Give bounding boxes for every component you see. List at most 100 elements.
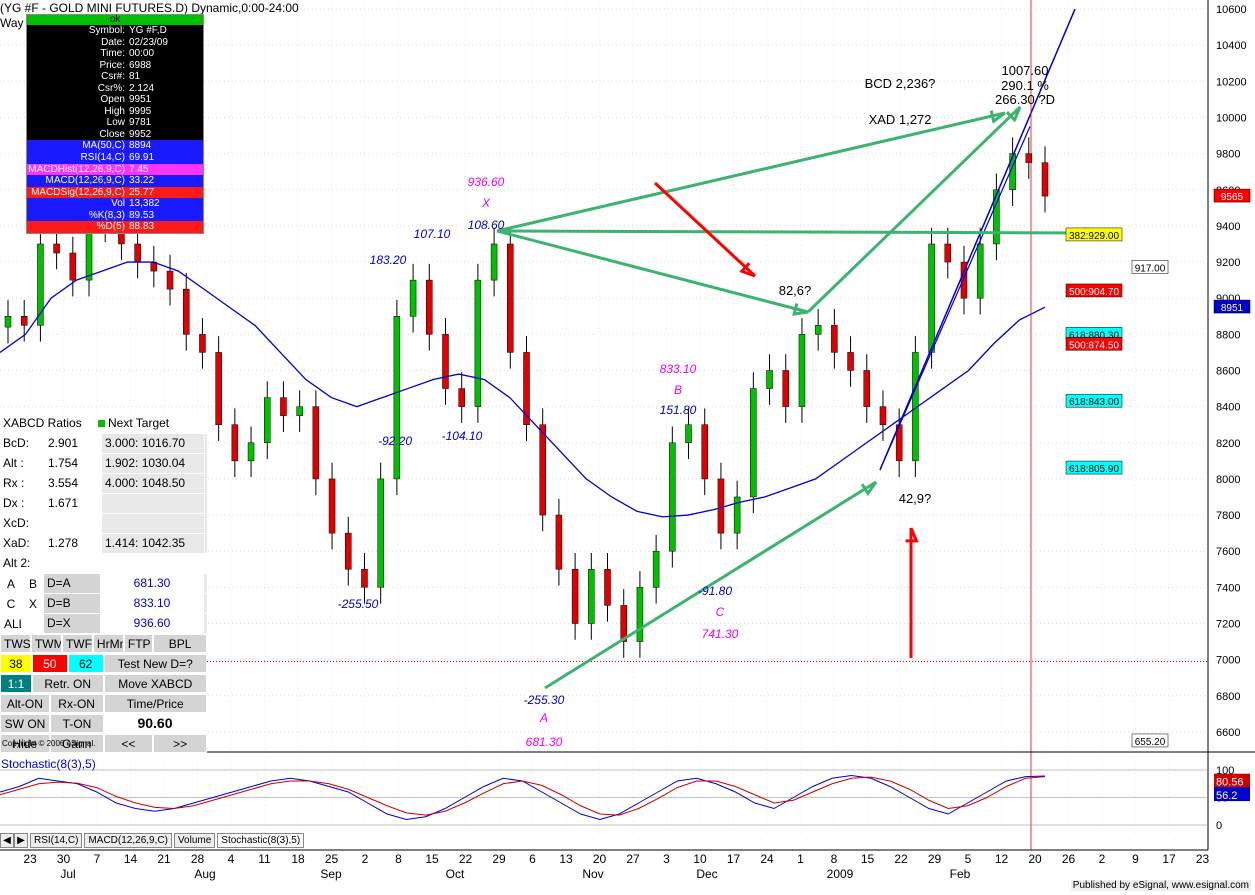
- data-window-row: Close 9952: [27, 128, 203, 141]
- pattern-annotation: 107.10: [414, 227, 451, 241]
- data-window-key: MACDHist(12,26,9,C): [28, 163, 125, 175]
- data-window-row: High 9995: [27, 105, 203, 118]
- tab-scroll-left[interactable]: ◀: [0, 833, 14, 848]
- time-price-button[interactable]: Time/Price: [103, 694, 207, 713]
- value-50[interactable]: 50: [31, 654, 68, 673]
- ratio-target: 3.000: 1016.70: [102, 434, 205, 453]
- pattern-annotation: C: [716, 605, 725, 619]
- price-marker-label: 618:805.90: [1069, 464, 1119, 475]
- alt-value: 833.10: [101, 594, 204, 613]
- price-marker-label: 618:843.00: [1069, 397, 1119, 408]
- candle-body: [264, 397, 271, 444]
- y-tick-label: 7800: [1216, 510, 1240, 522]
- ratio-value: 1.671: [45, 494, 102, 513]
- tab-volume[interactable]: Volume: [173, 833, 216, 848]
- y-tick-label: 8400: [1216, 402, 1240, 414]
- tab-macd[interactable]: MACD(12,26,9,C): [84, 833, 172, 848]
- candle-body: [53, 243, 60, 254]
- pattern-annotation: -104.10: [442, 429, 483, 443]
- tab-stochastic[interactable]: Stochastic(8(3),5): [217, 833, 305, 848]
- value-62[interactable]: 62: [67, 654, 104, 673]
- move-xabcd-button[interactable]: Move XABCD: [103, 674, 208, 693]
- tool-button-hrmn[interactable]: HrMn: [92, 634, 124, 653]
- candle-body: [847, 352, 854, 371]
- tool-button-ftp[interactable]: FTP: [123, 634, 154, 653]
- x-tick-label: 7: [94, 852, 101, 866]
- data-window-row: Price: 6988: [27, 59, 203, 72]
- pattern-annotation: B: [674, 383, 682, 397]
- data-window-row: Csr%: 2.124: [27, 82, 203, 95]
- x-tick-label: 20: [1028, 852, 1042, 866]
- ratio-row: Rx :3.554 4.000: 1048.50: [0, 474, 207, 494]
- candle-body: [280, 397, 287, 416]
- data-window-value: 81: [129, 71, 141, 83]
- tool-button-twm[interactable]: TWM: [30, 634, 62, 653]
- data-window-row: Time: 00:00: [27, 48, 203, 60]
- price-marker-label: 9565: [1221, 192, 1244, 203]
- x-tick-label: 30: [57, 852, 71, 866]
- alt-b[interactable]: X: [22, 594, 44, 613]
- price-marker-label: 917.00: [1135, 263, 1166, 274]
- prev-button[interactable]: <<: [103, 734, 154, 753]
- pattern-annotation: 290.1 %: [1001, 78, 1049, 93]
- candle-body: [944, 243, 952, 263]
- candle-body: [199, 334, 206, 353]
- stoch-k-value: 56.2: [1216, 790, 1237, 802]
- y-tick-label: 7000: [1216, 655, 1240, 667]
- candle-body: [393, 316, 401, 480]
- data-window-value: 6988: [129, 59, 152, 71]
- x-tick-label: 12: [995, 852, 1009, 866]
- data-window-value: 69.91: [129, 152, 155, 164]
- data-window-key: Low: [106, 117, 125, 129]
- t-on-button[interactable]: T-ON: [50, 714, 104, 733]
- tab-rsi[interactable]: RSI(14,C): [30, 833, 83, 848]
- price-marker-label: 382:929.00: [1069, 231, 1119, 242]
- ratio-key: XaD:: [0, 534, 45, 553]
- candle-body: [490, 243, 498, 281]
- month-label: Sep: [320, 867, 342, 881]
- price-marker-label: 8951: [1221, 303, 1244, 314]
- candle-body: [814, 325, 822, 335]
- ratio-target: 1.902: 1030.04: [102, 454, 205, 473]
- data-window-value: 7.45: [129, 163, 149, 175]
- ratio-1-1-button[interactable]: 1:1: [0, 674, 32, 693]
- candle-body: [507, 243, 514, 353]
- candle-body: [20, 316, 28, 326]
- alt-a[interactable]: ALL: [0, 614, 22, 633]
- data-window-value: 25.77: [129, 186, 155, 198]
- alt-a[interactable]: A: [0, 574, 22, 593]
- retr-on-button[interactable]: Retr. ON: [31, 674, 104, 693]
- rx-on-button[interactable]: Rx-ON: [49, 694, 104, 713]
- tool-button-tws[interactable]: TWS: [0, 634, 31, 653]
- tool-button-bpl[interactable]: BPL: [153, 634, 208, 653]
- data-window-key: %K(8,3): [88, 209, 125, 221]
- alt-a[interactable]: C: [0, 594, 22, 613]
- y-tick-label: 10600: [1216, 4, 1247, 16]
- test-new-d-button[interactable]: Test New D=?: [103, 654, 207, 673]
- price-marker-label: 500:904.70: [1069, 287, 1119, 298]
- value-38[interactable]: 38: [0, 654, 32, 673]
- tab-scroll-right[interactable]: ▶: [14, 833, 28, 848]
- data-window-key: Time:: [100, 48, 125, 60]
- alt-value: 681.30: [101, 574, 204, 593]
- data-window-value: 9995: [129, 105, 152, 117]
- pattern-annotation: BCD 2,236?: [865, 76, 936, 91]
- pattern-annotation: 936.60: [468, 175, 505, 189]
- next-button[interactable]: >>: [153, 734, 207, 753]
- candle-body: [474, 279, 482, 407]
- x-tick-label: 3: [663, 852, 670, 866]
- x-tick-label: 23: [23, 852, 37, 866]
- sw-on-button[interactable]: SW ON: [0, 714, 50, 733]
- month-label: Dec: [696, 867, 717, 881]
- xb-arrow: [496, 229, 809, 314]
- x-tick-label: 5: [965, 852, 972, 866]
- alt-b[interactable]: B: [22, 574, 44, 593]
- alt-row: ALL D=X936.60: [0, 614, 207, 634]
- data-window-value: 2.124: [129, 82, 155, 94]
- alt-on-button[interactable]: Alt-ON: [0, 694, 50, 713]
- alt-b[interactable]: [22, 614, 44, 633]
- ratio-key: Alt :: [0, 454, 45, 473]
- tool-button-twf[interactable]: TWF: [61, 634, 93, 653]
- pattern-annotation: A: [539, 711, 548, 725]
- price-marker-label: 655.20: [1135, 737, 1166, 748]
